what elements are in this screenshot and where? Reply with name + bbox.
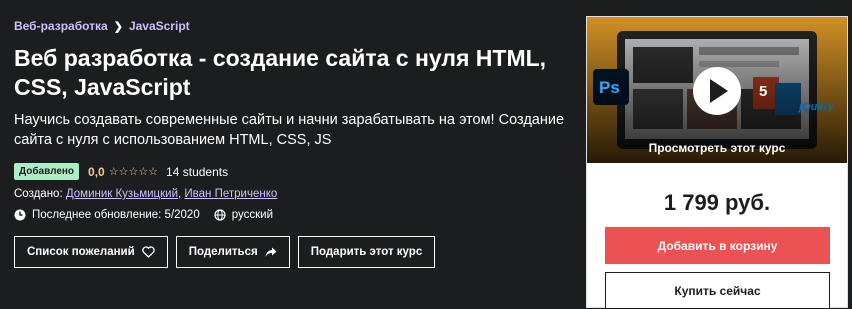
breadcrumb-item-web-dev[interactable]: Веб-разработка (14, 19, 108, 33)
created-by-row: Создано: Доминик Кузьмицкий, Иван Петрич… (14, 188, 277, 200)
action-buttons: Список пожеланий Поделиться Подарить это… (14, 236, 443, 268)
purchase-card: Ps 5 jQuery Просмотреть этот курс 1 799 … (587, 17, 847, 309)
rating-row: Добавлено 0,0 ☆☆☆☆☆ 14 students (14, 163, 228, 180)
globe-icon (214, 209, 226, 221)
language-info: русский (214, 209, 273, 221)
rating-value: 0,0 (88, 164, 105, 179)
added-badge: Добавлено (14, 163, 80, 180)
breadcrumb-item-javascript[interactable]: JavaScript (129, 19, 190, 33)
gift-label: Подарить этот курс (310, 246, 423, 258)
share-button[interactable]: Поделиться (175, 236, 290, 268)
author-separator: , (178, 188, 182, 200)
author-link-1[interactable]: Доминик Кузьмицкий (66, 188, 178, 200)
last-updated: Последнее обновление: 5/2020 (32, 209, 200, 221)
meta-row: Последнее обновление: 5/2020 русский (14, 209, 273, 221)
wishlist-label: Список пожеланий (27, 246, 135, 258)
jquery-logo-icon: jQuery (799, 101, 834, 113)
chevron-right-icon: ❯ (113, 20, 123, 33)
created-label: Создано: (14, 188, 63, 200)
buy-now-button[interactable]: Купить сейчас (605, 272, 830, 309)
html5-logo-icon: 5 (759, 83, 768, 100)
course-subtitle: Научись создавать современные сайты и на… (14, 112, 565, 148)
heart-icon (142, 246, 155, 258)
gift-course-button[interactable]: Подарить этот курс (297, 236, 436, 268)
photoshop-logo-icon: Ps (599, 78, 620, 97)
course-title: Веб разработка - создание сайта с нуля H… (14, 45, 547, 100)
add-to-cart-button[interactable]: Добавить в корзину (605, 227, 830, 264)
preview-course-label: Просмотреть этот курс (648, 141, 786, 155)
share-arrow-icon (265, 247, 277, 257)
update-icon (14, 209, 26, 221)
wishlist-button[interactable]: Список пожеланий (14, 236, 168, 268)
star-rating-icon: ☆☆☆☆☆ (108, 166, 159, 178)
author-link-2[interactable]: Иван Петриченко (184, 188, 277, 200)
price: 1 799 руб. (663, 190, 771, 215)
language-label: русский (231, 209, 274, 221)
course-preview[interactable]: Ps 5 jQuery Просмотреть этот курс (587, 17, 847, 163)
breadcrumb: Веб-разработка ❯ JavaScript (14, 19, 190, 33)
share-label: Поделиться (188, 246, 258, 258)
students-count: 14 students (166, 164, 229, 179)
